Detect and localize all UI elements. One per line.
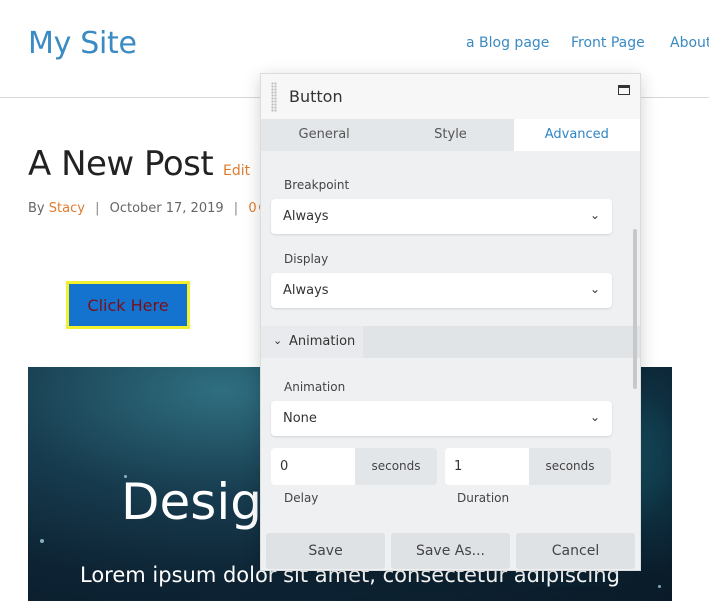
panel-body: Breakpoint Always ⌄ Display Always ⌄ ⌄ A… xyxy=(261,151,640,533)
animation-section-toggle[interactable]: ⌄ Animation xyxy=(261,326,363,358)
duration-value: 1 xyxy=(454,459,463,474)
duration-label: Duration xyxy=(457,491,510,505)
chevron-down-icon: ⌄ xyxy=(589,410,600,424)
duration-field: 1 seconds xyxy=(445,448,611,485)
duration-input[interactable]: 1 xyxy=(445,448,529,485)
animation-value: None xyxy=(283,411,317,426)
delay-unit: seconds xyxy=(355,448,437,485)
breakpoint-label: Breakpoint xyxy=(284,178,350,192)
save-as-button[interactable]: Save As... xyxy=(391,533,510,569)
click-here-button[interactable]: Click Here xyxy=(66,281,190,329)
tab-advanced[interactable]: Advanced xyxy=(513,119,640,151)
drag-handle-icon[interactable] xyxy=(271,82,277,112)
delay-value: 0 xyxy=(280,459,289,474)
delay-label: Delay xyxy=(284,491,319,505)
delay-input[interactable]: 0 xyxy=(271,448,355,485)
tab-style[interactable]: Style xyxy=(387,119,513,151)
post-date: October 17, 2019 xyxy=(109,201,224,216)
chevron-down-icon: ⌄ xyxy=(589,282,600,296)
breakpoint-value: Always xyxy=(283,209,329,224)
nav-link-about[interactable]: About xyxy=(670,35,709,51)
chevron-down-icon: ⌄ xyxy=(589,208,600,222)
save-button[interactable]: Save xyxy=(266,533,385,569)
by-label: By xyxy=(28,201,45,216)
panel-footer: Save Save As... Cancel xyxy=(261,533,640,570)
animation-label: Animation xyxy=(284,380,346,394)
edit-link[interactable]: Edit xyxy=(223,163,250,179)
section-title: Animation xyxy=(289,334,356,349)
meta-separator: | xyxy=(233,201,239,216)
post-meta: By Stacy | October 17, 2019 | 0 xyxy=(28,201,272,216)
panel-tabs: General Style Advanced xyxy=(261,119,640,151)
chevron-down-icon: ⌄ xyxy=(273,335,283,347)
meta-separator: | xyxy=(95,201,100,216)
maximize-icon[interactable] xyxy=(618,85,630,95)
comment-count: 0 xyxy=(248,201,257,216)
site-title[interactable]: My Site xyxy=(28,26,137,61)
hero-decor-dot xyxy=(40,539,44,543)
animation-section-bar: ⌄ Animation xyxy=(261,326,640,358)
panel-title: Button xyxy=(289,87,343,106)
display-select[interactable]: Always ⌄ xyxy=(271,273,612,308)
cancel-button[interactable]: Cancel xyxy=(516,533,635,569)
nav-link-blog[interactable]: a Blog page xyxy=(466,35,549,51)
tab-general[interactable]: General xyxy=(261,119,387,151)
nav-link-front-page[interactable]: Front Page xyxy=(571,35,645,51)
duration-unit: seconds xyxy=(529,448,611,485)
delay-field: 0 seconds xyxy=(271,448,437,485)
post-title: A New Post xyxy=(28,144,214,184)
display-label: Display xyxy=(284,252,329,266)
hero-decor-dot xyxy=(658,585,661,588)
breakpoint-select[interactable]: Always ⌄ xyxy=(271,199,612,234)
display-value: Always xyxy=(283,283,329,298)
panel-scrollbar[interactable] xyxy=(633,229,637,389)
panel-header[interactable]: Button xyxy=(261,74,640,119)
animation-select[interactable]: None ⌄ xyxy=(271,401,612,436)
author-link[interactable]: Stacy xyxy=(49,201,85,216)
settings-panel: Button General Style Advanced Breakpoint… xyxy=(260,73,641,571)
